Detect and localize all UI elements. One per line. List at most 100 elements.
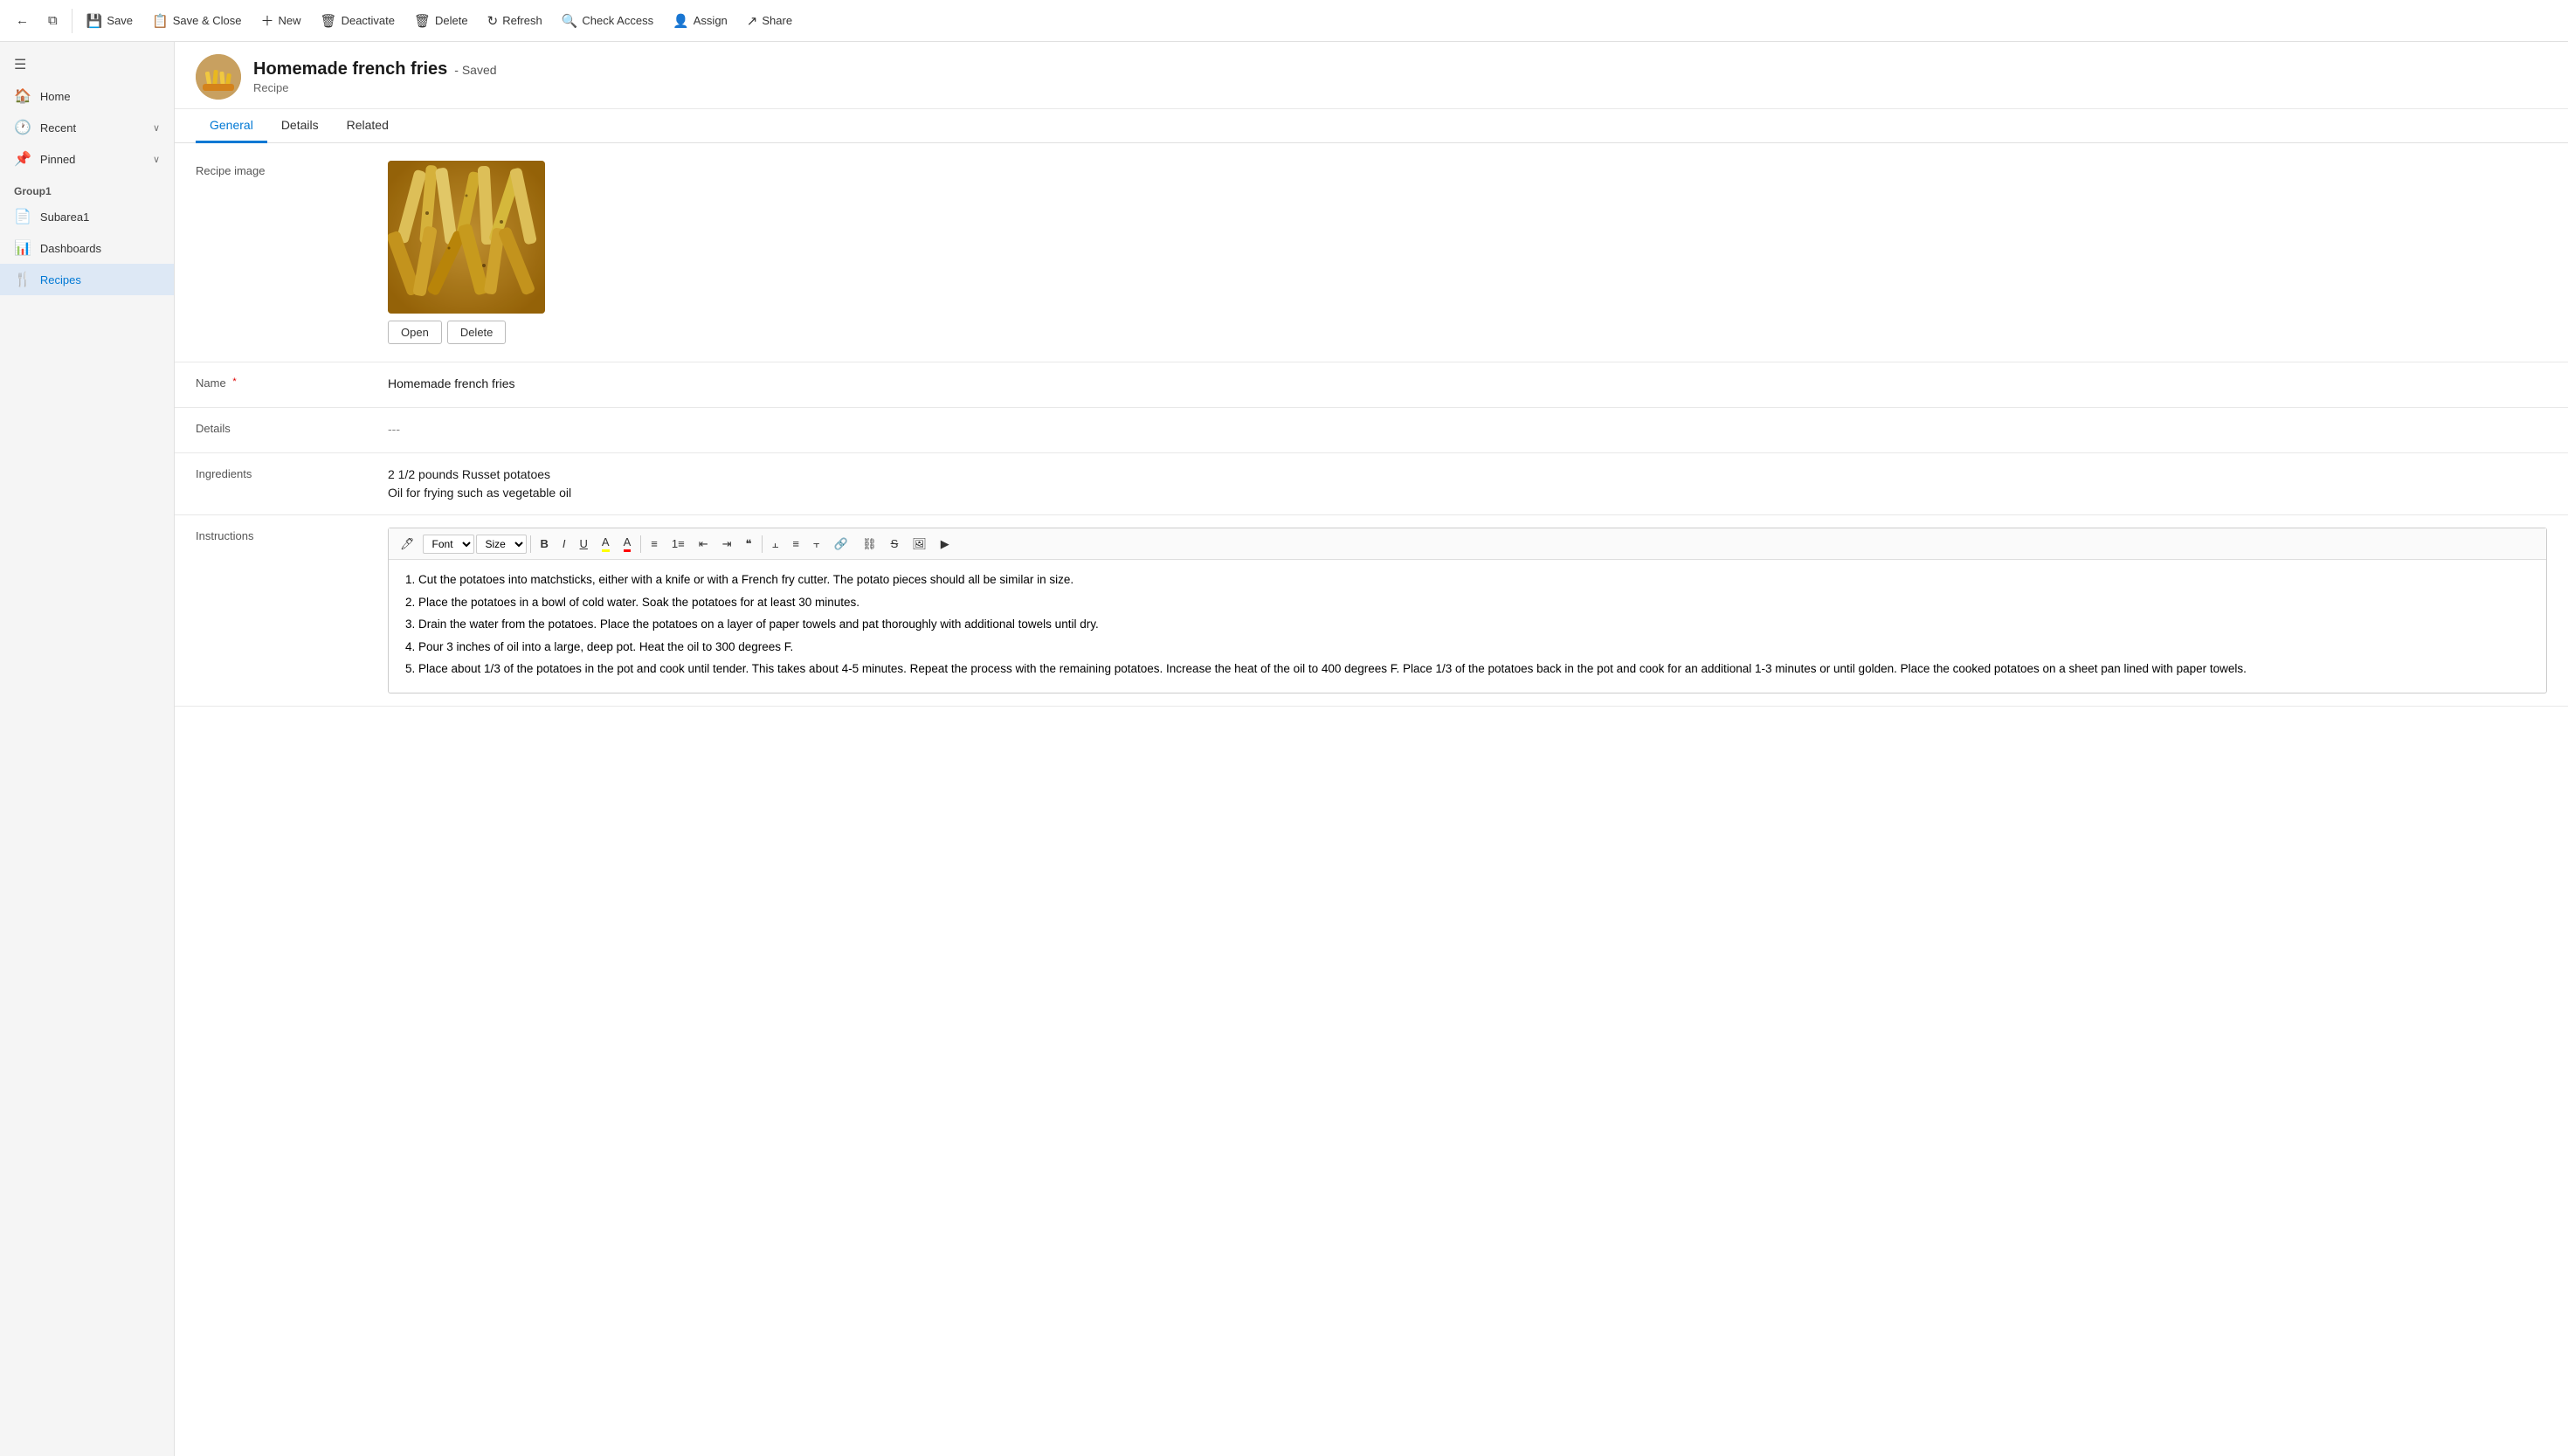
check-access-label: Check Access — [582, 14, 653, 27]
rte-divider2 — [640, 535, 641, 553]
ingredients-row: Ingredients 2 1/2 pounds Russet potatoes… — [175, 453, 2568, 515]
sidebar-item-home[interactable]: 🏠 Home — [0, 80, 174, 112]
refresh-button[interactable]: ↻ Refresh — [479, 8, 551, 34]
sidebar-home-label: Home — [40, 90, 71, 103]
bold-label: B — [541, 537, 549, 550]
instruction-item-1: Cut the potatoes into matchsticks, eithe… — [418, 570, 2534, 590]
rte-highlight-button[interactable]: A — [596, 532, 616, 555]
image-open-button[interactable]: Open — [388, 321, 442, 344]
image-delete-button[interactable]: Delete — [447, 321, 507, 344]
recent-icon: 🕐 — [14, 119, 31, 136]
ingredients-line1: 2 1/2 pounds Russet potatoes — [388, 466, 2547, 484]
rte-content[interactable]: Cut the potatoes into matchsticks, eithe… — [389, 560, 2546, 693]
sidebar-dashboards-label: Dashboards — [40, 242, 101, 255]
font-color-icon: A — [624, 535, 632, 549]
increase-indent-icon: ⇥ — [722, 537, 732, 550]
details-label: Details — [196, 420, 370, 435]
subarea1-icon: 📄 — [14, 208, 31, 225]
tab-general[interactable]: General — [196, 109, 267, 143]
rte-font-select[interactable]: Font — [423, 535, 474, 554]
assign-label: Assign — [694, 14, 728, 27]
avatar — [196, 54, 241, 100]
bullet-list-icon: ≡ — [651, 537, 658, 550]
highlight-icon: A — [602, 535, 610, 549]
sidebar-recipes-label: Recipes — [40, 273, 81, 286]
record-title-text: Homemade french fries — [253, 59, 447, 79]
share-label: Share — [762, 14, 792, 27]
rte-align-left-button[interactable]: ⫠ — [766, 534, 785, 555]
new-button[interactable]: ＋ New — [252, 6, 310, 35]
back-icon: ← — [16, 13, 29, 28]
name-value[interactable]: Homemade french fries — [388, 375, 2547, 393]
assign-button[interactable]: 👤 Assign — [664, 8, 736, 34]
rte-size-select[interactable]: Size — [476, 535, 527, 554]
sidebar-item-recipes[interactable]: 🍴 Recipes — [0, 264, 174, 295]
dashboards-icon: 📊 — [14, 239, 31, 257]
sidebar-item-subarea1[interactable]: 📄 Subarea1 — [0, 201, 174, 232]
italic-label: I — [563, 537, 566, 550]
deactivate-icon: 🗑 — [321, 13, 337, 29]
sidebar: ☰ 🏠 Home 🕐 Recent ∨ 📌 Pinned ∨ Group1 📄 … — [0, 42, 175, 1456]
rte-align-right-button[interactable]: ⫟ — [807, 534, 826, 555]
required-star: * — [232, 376, 236, 387]
back-button[interactable]: ← — [7, 8, 38, 33]
pinned-icon: 📌 — [14, 150, 31, 168]
rte-image-button[interactable]: 🖼 — [906, 534, 933, 555]
rte-numbered-list-button[interactable]: 1≡ — [666, 534, 691, 554]
sidebar-pinned-label: Pinned — [40, 153, 75, 166]
instructions-label: Instructions — [196, 528, 370, 542]
blockquote-icon: ❝ — [746, 537, 752, 550]
image-container: Open Delete — [388, 161, 545, 344]
rte-clear-format-button[interactable]: 🖊 — [394, 534, 421, 555]
instruction-item-2: Place the potatoes in a bowl of cold wat… — [418, 593, 2534, 612]
font-color-bar — [624, 549, 632, 552]
sidebar-item-recent[interactable]: 🕐 Recent ∨ — [0, 112, 174, 143]
recent-expand-icon: ∨ — [153, 122, 160, 134]
open-new-window-button[interactable]: ⧉ — [39, 8, 66, 33]
rte-increase-indent-button[interactable]: ⇥ — [716, 534, 738, 555]
record-title-area: Homemade french fries - Saved Recipe — [253, 59, 497, 94]
save-button[interactable]: 💾 Save — [78, 8, 142, 34]
sidebar-menu-toggle[interactable]: ☰ — [0, 49, 174, 80]
sidebar-subarea1-label: Subarea1 — [40, 210, 89, 224]
assign-icon: 👤 — [673, 13, 689, 29]
save-close-icon: 📋 — [152, 13, 169, 29]
hamburger-icon: ☰ — [14, 56, 26, 73]
share-icon: ↗ — [747, 13, 758, 29]
name-row: Name * Homemade french fries — [175, 362, 2568, 408]
clear-format-icon: 🖊 — [400, 537, 415, 550]
sidebar-item-dashboards[interactable]: 📊 Dashboards — [0, 232, 174, 264]
rte-container: 🖊 Font Size B I — [388, 528, 2547, 693]
numbered-list-icon: 1≡ — [672, 537, 685, 550]
share-button[interactable]: ↗ Share — [738, 8, 801, 34]
rte-strikethrough-button[interactable]: S — [885, 534, 905, 554]
content-area: Homemade french fries - Saved Recipe Gen… — [175, 42, 2568, 1456]
rte-unlink-button[interactable]: ⛓ — [856, 534, 883, 555]
rte-bullet-list-button[interactable]: ≡ — [645, 534, 664, 554]
tab-details-label: Details — [281, 118, 319, 132]
name-label: Name * — [196, 375, 370, 390]
rte-align-center-button[interactable]: ≡ — [786, 534, 805, 554]
check-access-button[interactable]: 🔍 Check Access — [553, 8, 662, 34]
rte-link-button[interactable]: 🔗 — [828, 534, 854, 555]
rte-font-color-button[interactable]: A — [618, 532, 638, 555]
save-icon: 💾 — [86, 13, 103, 29]
sidebar-item-pinned[interactable]: 📌 Pinned ∨ — [0, 143, 174, 175]
details-value[interactable]: --- — [388, 420, 2547, 438]
delete-button[interactable]: 🗑 Delete — [405, 8, 477, 34]
rte-italic-button[interactable]: I — [556, 534, 572, 554]
rte-blockquote-button[interactable]: ❝ — [740, 534, 758, 555]
ingredients-value[interactable]: 2 1/2 pounds Russet potatoes Oil for fry… — [388, 466, 2547, 502]
rte-more-button[interactable]: ▶ — [935, 534, 956, 555]
rte-underline-button[interactable]: U — [574, 534, 594, 554]
home-icon: 🏠 — [14, 87, 31, 105]
image-field-label: Recipe image — [196, 161, 370, 177]
rte-bold-button[interactable]: B — [535, 534, 555, 554]
deactivate-button[interactable]: 🗑 Deactivate — [312, 8, 404, 34]
avatar-image — [196, 54, 241, 100]
rte-decrease-indent-button[interactable]: ⇤ — [693, 534, 714, 555]
tab-details[interactable]: Details — [267, 109, 333, 143]
tab-related[interactable]: Related — [333, 109, 403, 143]
refresh-icon: ↻ — [487, 13, 499, 29]
save-close-button[interactable]: 📋 Save & Close — [143, 8, 250, 34]
